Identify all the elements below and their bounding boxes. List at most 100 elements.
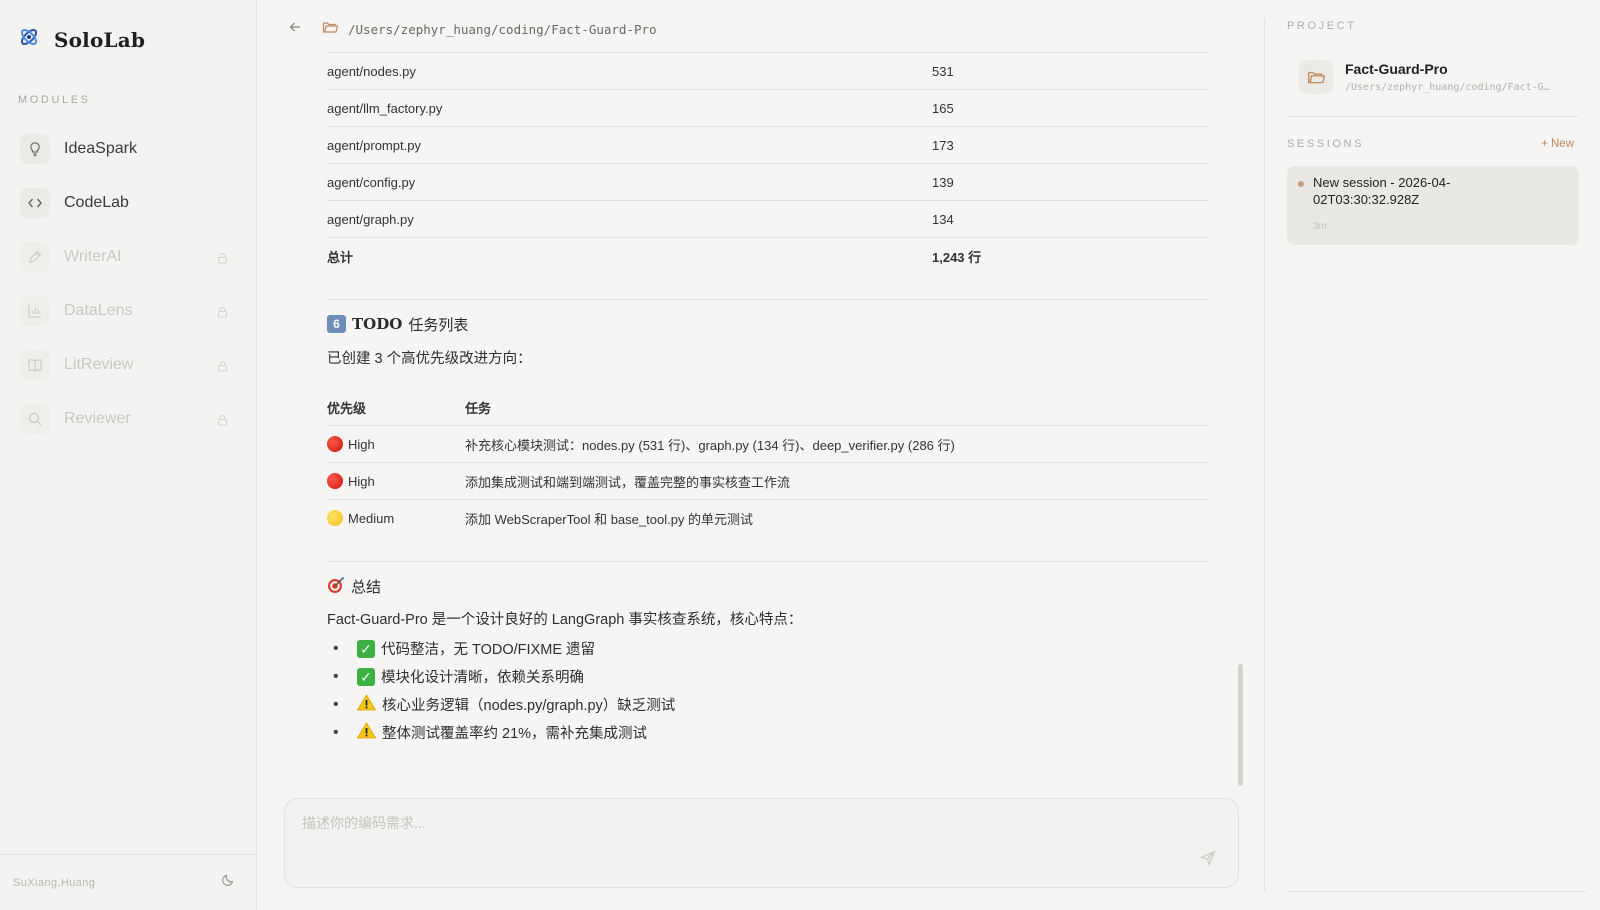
- priority-cell: High: [327, 425, 465, 463]
- lock-icon: [217, 359, 228, 377]
- app-logo[interactable]: SoloLab: [18, 26, 145, 53]
- keycap-number-icon: 6: [327, 315, 346, 333]
- sidebar-item-label: LitReview: [64, 356, 134, 373]
- table-row: agent/prompt.py 173: [327, 126, 1209, 164]
- file-cell: agent/graph.py: [327, 200, 932, 238]
- new-session-button[interactable]: + New: [1541, 138, 1574, 150]
- user-name: SuXiang.Huang: [13, 876, 96, 889]
- task-cell: 添加集成测试和端到端测试，覆盖完整的事实核查工作流: [465, 462, 1209, 500]
- priority-cell: Medium: [327, 499, 465, 537]
- lock-icon: [217, 251, 228, 269]
- sidebar-item-label: IdeaSpark: [64, 140, 137, 157]
- task-header: 任务: [465, 400, 492, 416]
- main-panel: /Users/zephyr_huang/coding/Fact-Guard-Pr…: [258, 0, 1263, 910]
- pen-icon: [20, 242, 50, 272]
- project-heading: PROJECT: [1287, 20, 1357, 32]
- table-row: High 补充核心模块测试：nodes.py (531 行)、graph.py …: [327, 425, 1209, 463]
- search-icon: [20, 404, 50, 434]
- sidebar-item-litreview[interactable]: LitReview: [12, 338, 244, 392]
- red-circle-icon: [327, 436, 343, 452]
- sololab-logo-icon: [18, 26, 40, 53]
- list-item: • 整体测试覆盖率约 21%，需补充集成测试: [333, 722, 648, 743]
- list-item-text: 代码整洁，无 TODO/FIXME 遗留: [381, 642, 596, 658]
- app-name: SoloLab: [54, 27, 146, 52]
- list-item-text: 模块化设计清晰，依赖关系明确: [381, 670, 584, 686]
- project-path-small: /Users/zephyr_huang/coding/Fact-Guard-Pr…: [1345, 82, 1550, 93]
- code-icon: [20, 188, 50, 218]
- table-row: High 添加集成测试和端到端测试，覆盖完整的事实核查工作流: [327, 462, 1209, 500]
- sidebar-item-label: Reviewer: [64, 410, 131, 427]
- table-row: agent/nodes.py 531: [327, 52, 1209, 90]
- sidebar-item-label: WriterAI: [64, 248, 122, 265]
- list-item: • ✓ 模块化设计清晰，依赖关系明确: [333, 667, 584, 686]
- total-value: 1,243 行: [932, 237, 1209, 275]
- session-age: 3m: [1313, 221, 1327, 232]
- priority-label: High: [348, 437, 375, 452]
- todo-intro: 已创建 3 个高优先级改进方向：: [327, 350, 532, 367]
- sidebar-item-reviewer[interactable]: Reviewer: [12, 392, 244, 446]
- todo-title-zh: 任务列表: [408, 316, 469, 334]
- warning-icon: [356, 694, 377, 715]
- sidebar-item-codelab[interactable]: CodeLab: [12, 176, 244, 230]
- list-item-text: 整体测试覆盖率约 21%，需补充集成测试: [382, 726, 648, 742]
- list-item: • ✓ 代码整洁，无 TODO/FIXME 遗留: [333, 639, 596, 658]
- message-input[interactable]: [302, 815, 1162, 831]
- lines-cell: 531: [932, 52, 1209, 90]
- priority-cell: High: [327, 462, 465, 500]
- total-row: 总计 1,243 行: [327, 237, 1209, 275]
- summary-intro: Fact-Guard-Pro 是一个设计良好的 LangGraph 事实核查系统…: [327, 611, 803, 628]
- table-row: agent/config.py 139: [327, 163, 1209, 201]
- table-row: agent/graph.py 134: [327, 200, 1209, 238]
- session-title: New session - 2026-04-02T03:30:32.928Z: [1313, 175, 1451, 207]
- priority-header: 优先级: [327, 400, 367, 416]
- table-row: Medium 添加 WebScraperTool 和 base_tool.py …: [327, 499, 1209, 537]
- right-panel: PROJECT Fact-Guard-Pro /Users/zephyr_hua…: [1264, 18, 1600, 892]
- session-status-dot: [1298, 181, 1304, 187]
- task-cell: 添加 WebScraperTool 和 base_tool.py 的单元测试: [465, 499, 1209, 537]
- sidebar-item-label: CodeLab: [64, 194, 129, 211]
- chat-content: agent/nodes.py 531 agent/llm_factory.py …: [327, 52, 1209, 747]
- module-nav: IdeaSpark CodeLab WriterAI DataLens LitR…: [12, 122, 244, 446]
- moon-icon[interactable]: [221, 873, 235, 892]
- folder-open-icon: [1299, 60, 1333, 94]
- lock-icon: [217, 305, 228, 323]
- check-mark-icon: ✓: [357, 667, 375, 686]
- line-count-table: agent/nodes.py 531 agent/llm_factory.py …: [327, 52, 1209, 275]
- sidebar-item-writerai[interactable]: WriterAI: [12, 230, 244, 284]
- warning-icon: [356, 722, 377, 743]
- file-cell: agent/config.py: [327, 163, 932, 201]
- session-item[interactable]: New session - 2026-04-02T03:30:32.928Z 3…: [1287, 166, 1579, 245]
- send-icon[interactable]: [1199, 850, 1216, 871]
- sidebar-item-label: DataLens: [64, 302, 133, 319]
- chat-scrollbar[interactable]: [1238, 664, 1243, 786]
- folder-icon: [322, 20, 339, 39]
- path-bar: /Users/zephyr_huang/coding/Fact-Guard-Pr…: [288, 20, 657, 39]
- todo-table: 优先级 任务 High 补充核心模块测试：nodes.py (531 行)、gr…: [327, 390, 1209, 537]
- divider: [1287, 116, 1579, 117]
- lines-cell: 139: [932, 163, 1209, 201]
- summary-title: 总结: [351, 579, 382, 596]
- sidebar-item-ideaspark[interactable]: IdeaSpark: [12, 122, 244, 176]
- lines-cell: 165: [932, 89, 1209, 127]
- summary-list: • ✓ 代码整洁，无 TODO/FIXME 遗留 • ✓ 模块化设计清晰，依赖关系明确 …: [327, 635, 1209, 747]
- total-label: 总计: [327, 237, 932, 275]
- list-item-text: 核心业务逻辑（nodes.py/graph.py）缺乏测试: [382, 698, 676, 714]
- divider: [327, 298, 1209, 300]
- divider: [1287, 891, 1587, 892]
- sessions-heading: SESSIONS: [1287, 138, 1365, 150]
- check-mark-icon: ✓: [357, 639, 375, 658]
- lightbulb-icon: [20, 134, 50, 164]
- divider: [327, 560, 1209, 562]
- sidebar: SoloLab MODULES IdeaSpark CodeLab Writer…: [0, 0, 257, 910]
- back-arrow-icon[interactable]: [288, 20, 302, 39]
- task-cell: 补充核心模块测试：nodes.py (531 行)、graph.py (134 …: [465, 425, 1209, 463]
- bar-chart-icon: [20, 296, 50, 326]
- book-icon: [20, 350, 50, 380]
- file-cell: agent/prompt.py: [327, 126, 932, 164]
- todo-title-en: TODO: [352, 315, 403, 333]
- message-composer: [284, 798, 1239, 888]
- sidebar-item-datalens[interactable]: DataLens: [12, 284, 244, 338]
- project-card[interactable]: Fact-Guard-Pro /Users/zephyr_huang/codin…: [1287, 52, 1577, 102]
- lock-icon: [217, 413, 228, 431]
- project-path: /Users/zephyr_huang/coding/Fact-Guard-Pr…: [348, 22, 657, 37]
